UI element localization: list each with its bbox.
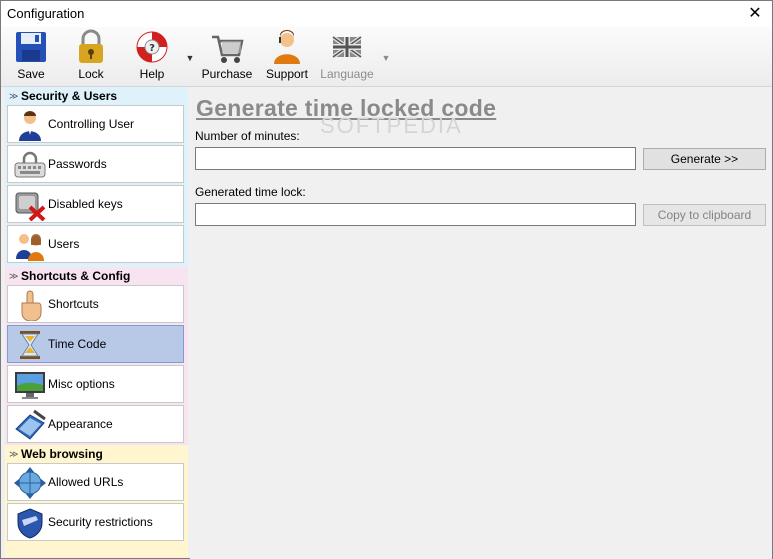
sidebar-item-users[interactable]: Users — [7, 225, 184, 263]
sidebar-item-allowed-urls[interactable]: Allowed URLs — [7, 463, 184, 501]
purchase-label: Purchase — [201, 67, 253, 81]
group-header[interactable]: ≫ Web browsing — [5, 445, 188, 463]
support-person-icon — [274, 30, 300, 64]
sidebar-item-label: Allowed URLs — [48, 475, 124, 489]
save-label: Save — [17, 67, 45, 81]
language-label: Language — [320, 67, 374, 81]
lifebuoy-icon: ? — [136, 31, 168, 63]
support-button[interactable]: Support — [263, 29, 311, 83]
support-label: Support — [265, 67, 309, 81]
timelock-output[interactable] — [195, 203, 636, 226]
language-dropdown-icon[interactable]: ▼ — [381, 53, 391, 63]
help-label: Help — [139, 67, 165, 81]
group-web-browsing: ≫ Web browsing Allowed URLs Security res… — [5, 445, 188, 557]
purchase-button[interactable]: Purchase — [201, 29, 253, 83]
paint-pen-icon — [15, 409, 46, 440]
user-icon — [19, 111, 41, 141]
shield-icon — [17, 508, 43, 539]
globe-arrows-icon — [14, 467, 46, 499]
disabled-keys-icon — [15, 192, 46, 221]
copy-to-clipboard-button[interactable]: Copy to clipboard — [643, 204, 766, 226]
sidebar-item-label: Security restrictions — [48, 515, 153, 529]
hourglass-icon — [20, 331, 40, 359]
chevron-down-icon: ≫ — [9, 271, 19, 281]
sidebar-item-label: Passwords — [48, 157, 107, 171]
toolbar: Save Lock ? Help ▼ Purchase Support Lang… — [1, 27, 772, 87]
chevron-down-icon: ≫ — [9, 91, 19, 101]
shopping-cart-icon — [212, 35, 244, 63]
group-security-users: ≫ Security & Users Controlling User Pass… — [5, 87, 188, 267]
window-title: Configuration — [7, 6, 85, 21]
sidebar-item-appearance[interactable]: Appearance — [7, 405, 184, 443]
sidebar-item-label: Appearance — [48, 417, 113, 431]
sidebar-item-time-code[interactable]: Time Code — [7, 325, 184, 363]
group-header[interactable]: ≫ Security & Users — [5, 87, 188, 105]
chevron-down-icon: ≫ — [9, 449, 19, 459]
help-dropdown-icon[interactable]: ▼ — [185, 53, 195, 63]
group-title: Web browsing — [21, 447, 103, 461]
language-button[interactable]: Language — [319, 29, 375, 83]
group-title: Shortcuts & Config — [21, 269, 131, 283]
sidebar-item-shortcuts[interactable]: Shortcuts — [7, 285, 184, 323]
sidebar-item-misc-options[interactable]: Misc options — [7, 365, 184, 403]
lock-label: Lock — [78, 67, 104, 81]
group-title: Security & Users — [21, 89, 118, 103]
help-button[interactable]: ? Help — [131, 29, 173, 83]
main-panel: Generate time locked code SOFTPEDIA Numb… — [190, 87, 772, 559]
save-button[interactable]: Save — [11, 29, 51, 83]
timelock-label: Generated time lock: — [195, 185, 306, 199]
sidebar: ≫ Security & Users Controlling User Pass… — [5, 87, 188, 557]
sidebar-item-disabled-keys[interactable]: Disabled keys — [7, 185, 184, 223]
generate-button[interactable]: Generate >> — [643, 148, 766, 170]
minutes-label: Number of minutes: — [195, 129, 300, 143]
sidebar-item-security-restrictions[interactable]: Security restrictions — [7, 503, 184, 541]
sidebar-item-label: Disabled keys — [48, 197, 123, 211]
configuration-window: Configuration ✕ Save Lock ? Help ▼ Purch… — [0, 0, 773, 559]
pointing-hand-icon — [21, 290, 42, 321]
padlock-icon — [79, 29, 103, 63]
sidebar-item-label: Controlling User — [48, 117, 135, 131]
sidebar-item-label: Time Code — [48, 337, 107, 351]
sidebar-item-passwords[interactable]: Passwords — [7, 145, 184, 183]
uk-flag-icon — [331, 35, 363, 59]
close-button[interactable]: ✕ — [738, 1, 772, 27]
password-keyboard-icon — [14, 151, 46, 178]
group-header[interactable]: ≫ Shortcuts & Config — [5, 267, 188, 285]
sidebar-item-label: Misc options — [48, 377, 115, 391]
desktop-icon — [15, 372, 45, 399]
watermark: SOFTPEDIA — [320, 113, 463, 138]
users-icon — [16, 234, 44, 261]
lock-button[interactable]: Lock — [71, 29, 111, 83]
minutes-input[interactable] — [195, 147, 636, 170]
group-shortcuts-config: ≫ Shortcuts & Config Shortcuts Time Code… — [5, 267, 188, 445]
sidebar-item-label: Users — [48, 237, 80, 251]
sidebar-item-controlling-user[interactable]: Controlling User — [7, 105, 184, 143]
sidebar-item-label: Shortcuts — [48, 297, 99, 311]
floppy-disk-icon — [16, 32, 46, 62]
title-bar: Configuration ✕ — [1, 1, 772, 27]
svg-text:?: ? — [149, 43, 155, 54]
